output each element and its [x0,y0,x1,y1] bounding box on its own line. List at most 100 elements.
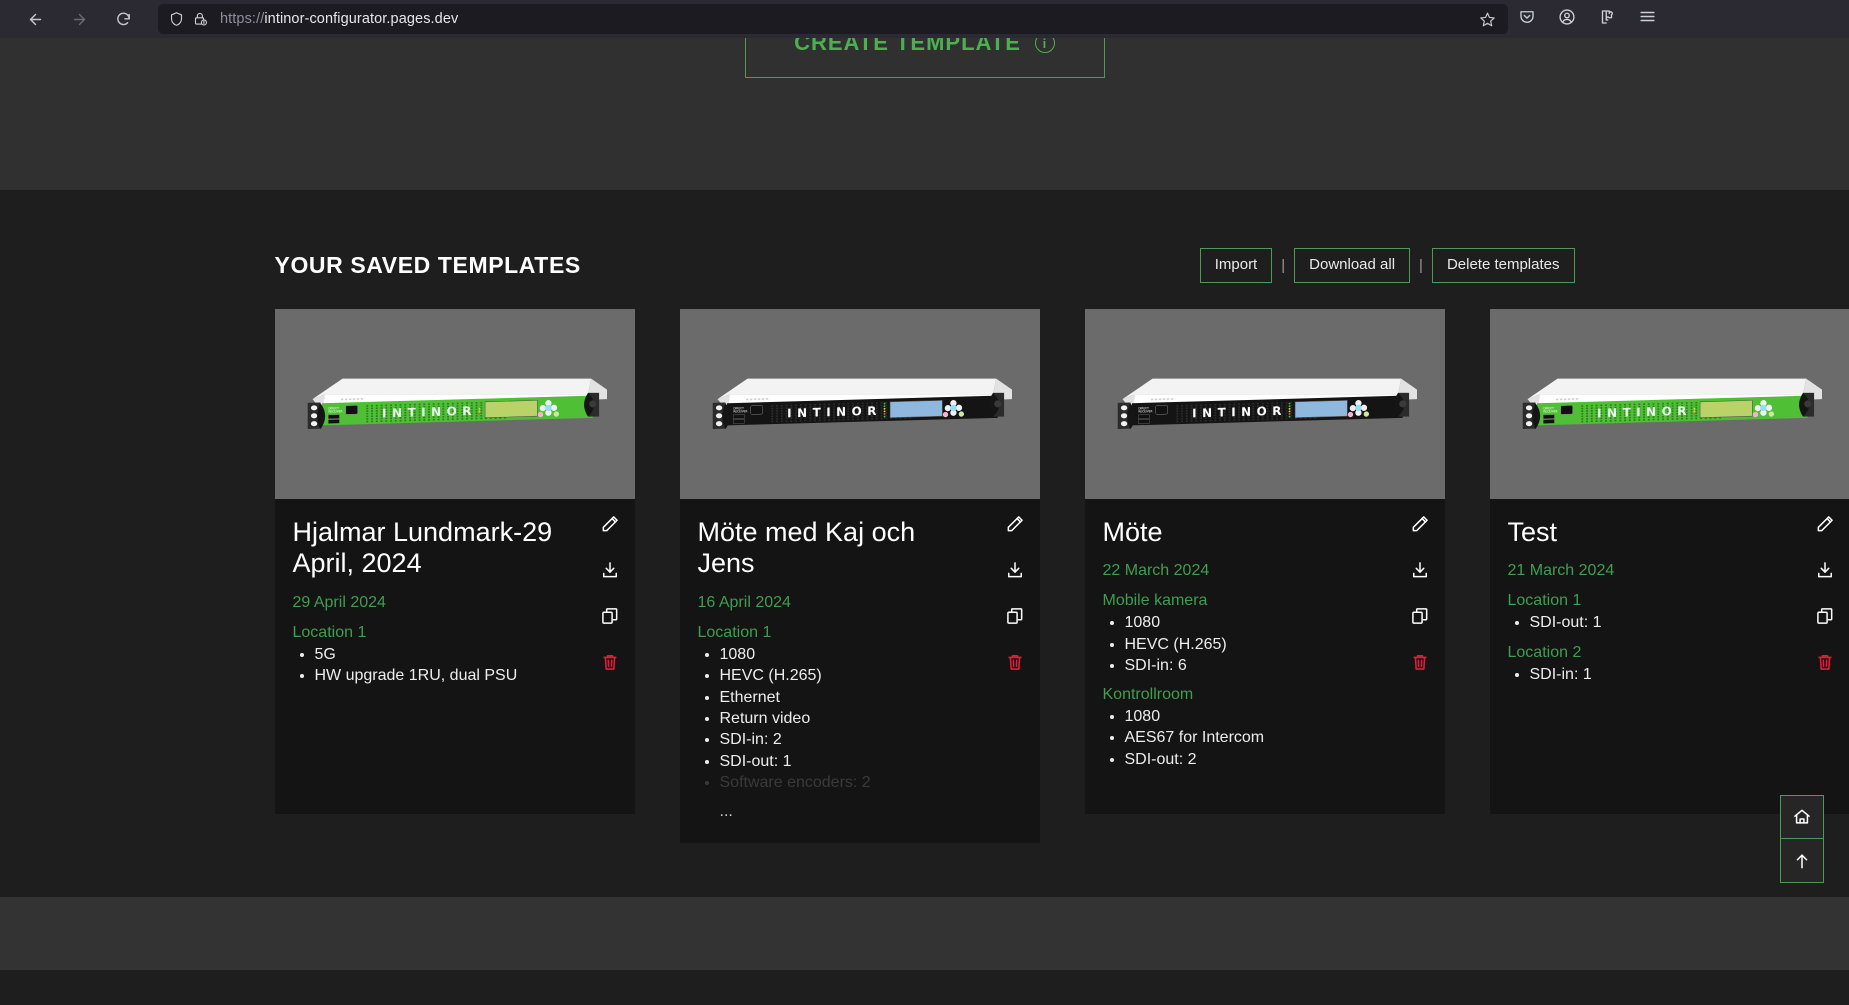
template-date: 21 March 2024 [1507,562,1615,580]
template-card[interactable]: INTINOR DIRECT RECEIVER [1489,308,1849,814]
pencil-icon [1007,515,1023,531]
app-menu-button[interactable] [1638,7,1657,31]
hamburger-menu-icon [1640,11,1655,22]
forward-button[interactable] [64,4,94,34]
template-card[interactable]: INTINOR DIRECT RECEIVER [679,308,1040,844]
extensions-icon [1601,9,1613,24]
template-preview-image: INTINOR DIRECT RECEIVER [1084,308,1445,499]
saved-templates-section: YOUR SAVED TEMPLATES Import | Download a… [0,190,1849,970]
duplicate-template-button[interactable] [1004,605,1026,627]
copy-icon [601,607,617,624]
template-card-list: INTINOR DIRECT RECEIVER Hjalmar Lundmark… [274,308,1849,844]
template-date: 22 March 2024 [1102,562,1210,580]
action-separator-1: | [1281,256,1286,274]
spec-item: SDI-in: 2 [720,729,1022,750]
svg-text:RECEIVER: RECEIVER [1138,409,1152,413]
create-template-label: CREATE TEMPLATE [794,38,1021,55]
page-footer [0,897,1849,970]
lock-warning-icon[interactable] [193,11,208,27]
delete-template-button[interactable] [1004,651,1026,673]
edit-template-button[interactable] [1409,513,1431,535]
delete-templates-button[interactable]: Delete templates [1431,248,1575,283]
duplicate-template-button[interactable] [1409,605,1431,627]
create-template-section: CREATE TEMPLATE i [0,38,1849,190]
delete-template-button[interactable] [599,651,621,673]
create-template-button[interactable]: CREATE TEMPLATE i [744,38,1105,78]
trash-icon [602,654,617,670]
download-template-button[interactable] [599,559,621,581]
template-title: Hjalmar Lundmark-29 April, 2024 [292,516,553,579]
template-card[interactable]: INTINOR DIRECT RECEIVER [274,308,635,814]
trash-icon [1817,654,1832,670]
pencil-icon [602,515,618,531]
template-date: 29 April 2024 [292,594,386,612]
edit-template-button[interactable] [599,513,621,535]
location-name: Location 1 [1507,592,1582,610]
svg-text:INTINOR: INTINOR [382,404,477,421]
download-template-button[interactable] [1004,559,1026,581]
spec-item: 1080 [720,644,1022,665]
copy-icon [1006,607,1022,624]
spec-item: HW upgrade 1RU, dual PSU [315,665,617,686]
scroll-to-top-button[interactable] [1780,839,1824,883]
location-name: Kontrollroom [1102,686,1194,704]
saved-templates-content: YOUR SAVED TEMPLATES Import | Download a… [274,190,1849,844]
device-illustration: INTINOR DIRECT RECEIVER [712,378,1012,430]
download-all-button[interactable]: Download all [1294,248,1411,283]
reload-button[interactable] [108,4,138,34]
duplicate-template-button[interactable] [599,605,621,627]
delete-template-button[interactable] [1814,651,1836,673]
duplicate-template-button[interactable] [1814,605,1836,627]
spec-list: 1080AES67 for IntercomSDI-out: 2 [1103,706,1427,770]
download-template-button[interactable] [1814,559,1836,581]
copy-icon [1816,607,1832,624]
edit-template-button[interactable] [1814,513,1836,535]
pencil-icon [1817,515,1833,531]
card-actions [599,513,621,673]
delete-template-button[interactable] [1409,651,1431,673]
device-illustration: INTINOR DIRECT RECEIVER [1117,378,1417,430]
back-button[interactable] [20,4,50,34]
spec-list: 1080HEVC (H.265)SDI-in: 6 [1103,612,1427,676]
spec-item: 1080 [1125,706,1427,727]
template-preview-image: INTINOR DIRECT RECEIVER [1489,308,1849,499]
spec-list: 5GHW upgrade 1RU, dual PSU [293,644,617,687]
location-group: Location 2 SDI-in: 1 [1508,644,1832,685]
action-separator-2: | [1419,256,1423,274]
spec-item: AES67 for Intercom [1125,727,1427,748]
bookmark-button[interactable] [1479,11,1500,28]
pocket-button[interactable] [1518,8,1536,31]
spec-item: SDI-in: 6 [1125,655,1427,676]
card-actions [1814,513,1836,673]
home-button[interactable] [1780,795,1824,839]
template-preview-image: INTINOR DIRECT RECEIVER [274,308,635,499]
download-icon [602,561,617,577]
page-content: CREATE TEMPLATE i YOUR SAVED TEMPLATES I… [0,38,1849,1005]
extensions-button[interactable] [1598,8,1616,31]
download-template-button[interactable] [1409,559,1431,581]
account-button[interactable] [1558,8,1576,31]
arrow-left-icon [29,13,41,25]
edit-template-button[interactable] [1004,513,1026,535]
info-circle-icon[interactable]: i [1034,38,1055,53]
spec-item: 1080 [1125,612,1427,633]
svg-text:RECEIVER: RECEIVER [733,409,747,413]
template-card-body: Hjalmar Lundmark-29 April, 2024 29 April… [275,499,635,814]
shield-icon[interactable] [169,11,184,27]
section-header: YOUR SAVED TEMPLATES Import | Download a… [275,248,1575,309]
account-icon [1559,8,1575,25]
location-name: Location 1 [292,624,367,642]
svg-text:INTINOR: INTINOR [787,404,882,421]
address-bar[interactable]: https://intinor-configurator.pages.dev [158,4,1508,34]
address-bar-icons [166,11,214,27]
spec-item: 5G [315,644,617,665]
template-card-body: Möte 22 March 2024 Mobile kamera 1080HEV… [1085,499,1445,814]
navigation-buttons [10,4,146,34]
arrow-up-icon [1796,853,1808,868]
section-actions: Import | Download all | Delete templates [1199,248,1575,283]
svg-text:INTINOR: INTINOR [1597,404,1692,421]
template-card-body: Möte med Kaj och Jens 16 April 2024 Loca… [680,499,1040,844]
browser-right-icons [1518,7,1669,31]
template-card[interactable]: INTINOR DIRECT RECEIVER [1084,308,1445,814]
import-button[interactable]: Import [1199,248,1273,283]
